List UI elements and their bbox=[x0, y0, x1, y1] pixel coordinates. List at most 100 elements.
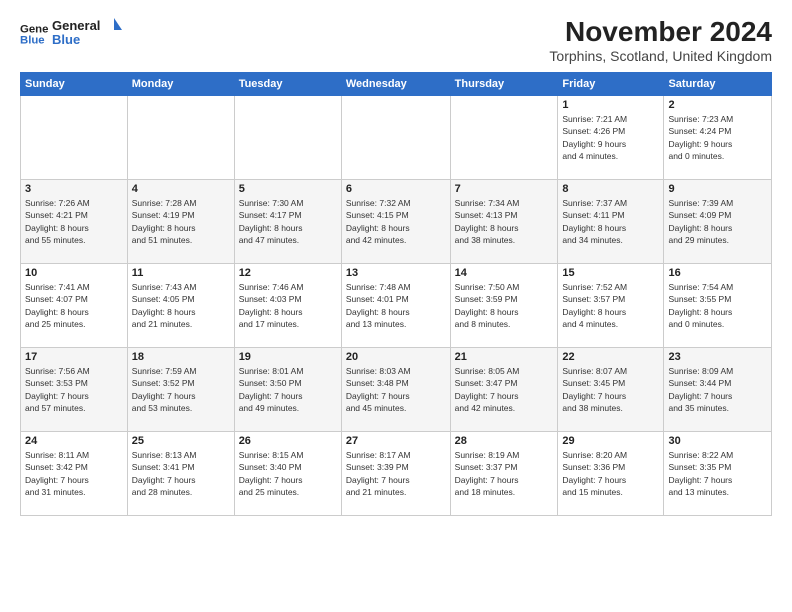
day-cell: 30 Sunrise: 8:22 AM Sunset: 3:35 PM Dayli… bbox=[664, 432, 772, 516]
day-cell: 3 Sunrise: 7:26 AM Sunset: 4:21 PM Daylig… bbox=[21, 180, 128, 264]
day-number: 28 bbox=[455, 435, 554, 447]
day-cell: 13 Sunrise: 7:48 AM Sunset: 4:01 PM Dayli… bbox=[341, 264, 450, 348]
day-cell: 23 Sunrise: 8:09 AM Sunset: 3:44 PM Dayli… bbox=[664, 348, 772, 432]
svg-text:General: General bbox=[52, 18, 100, 33]
day-info: Sunrise: 8:05 AM Sunset: 3:47 PM Dayligh… bbox=[455, 365, 554, 414]
day-info: Sunrise: 7:32 AM Sunset: 4:15 PM Dayligh… bbox=[346, 197, 446, 246]
day-cell bbox=[341, 96, 450, 180]
header: General Blue General Blue November 2024 … bbox=[20, 16, 772, 64]
day-number: 27 bbox=[346, 435, 446, 447]
day-cell: 15 Sunrise: 7:52 AM Sunset: 3:57 PM Dayli… bbox=[558, 264, 664, 348]
day-number: 7 bbox=[455, 183, 554, 195]
day-number: 26 bbox=[239, 435, 337, 447]
day-cell: 9 Sunrise: 7:39 AM Sunset: 4:09 PM Daylig… bbox=[664, 180, 772, 264]
day-info: Sunrise: 7:43 AM Sunset: 4:05 PM Dayligh… bbox=[132, 281, 230, 330]
page: General Blue General Blue November 2024 … bbox=[0, 0, 792, 612]
day-info: Sunrise: 7:41 AM Sunset: 4:07 PM Dayligh… bbox=[25, 281, 123, 330]
day-number: 24 bbox=[25, 435, 123, 447]
day-info: Sunrise: 8:09 AM Sunset: 3:44 PM Dayligh… bbox=[668, 365, 767, 414]
logo-icon: General Blue bbox=[20, 20, 48, 48]
week-row-4: 17Sunrise: 7:56 AM Sunset: 3:53 PM Dayli… bbox=[21, 348, 772, 432]
logo: General Blue General Blue bbox=[20, 16, 132, 52]
day-cell: 8 Sunrise: 7:37 AM Sunset: 4:11 PM Daylig… bbox=[558, 180, 664, 264]
day-cell: 22 Sunrise: 8:07 AM Sunset: 3:45 PM Dayli… bbox=[558, 348, 664, 432]
day-info: Sunrise: 7:28 AM Sunset: 4:19 PM Dayligh… bbox=[132, 197, 230, 246]
day-number: 12 bbox=[239, 267, 337, 279]
day-number: 8 bbox=[562, 183, 659, 195]
day-number: 15 bbox=[562, 267, 659, 279]
day-info: Sunrise: 7:52 AM Sunset: 3:57 PM Dayligh… bbox=[562, 281, 659, 330]
day-info: Sunrise: 8:22 AM Sunset: 3:35 PM Dayligh… bbox=[668, 449, 767, 498]
day-cell: 26 Sunrise: 8:15 AM Sunset: 3:40 PM Dayli… bbox=[234, 432, 341, 516]
col-header-saturday: Saturday bbox=[664, 73, 772, 96]
day-info: Sunrise: 8:15 AM Sunset: 3:40 PM Dayligh… bbox=[239, 449, 337, 498]
day-cell bbox=[127, 96, 234, 180]
day-info: Sunrise: 8:07 AM Sunset: 3:45 PM Dayligh… bbox=[562, 365, 659, 414]
day-cell: 2 Sunrise: 7:23 AM Sunset: 4:24 PM Daylig… bbox=[664, 96, 772, 180]
col-header-wednesday: Wednesday bbox=[341, 73, 450, 96]
day-info: Sunrise: 7:54 AM Sunset: 3:55 PM Dayligh… bbox=[668, 281, 767, 330]
day-cell: 18 Sunrise: 7:59 AM Sunset: 3:52 PM Dayli… bbox=[127, 348, 234, 432]
day-cell: 20 Sunrise: 8:03 AM Sunset: 3:48 PM Dayli… bbox=[341, 348, 450, 432]
week-row-1: 1 Sunrise: 7:21 AM Sunset: 4:26 PM Daylig… bbox=[21, 96, 772, 180]
day-cell: 7Sunrise: 7:34 AM Sunset: 4:13 PM Daylig… bbox=[450, 180, 558, 264]
day-number: 6 bbox=[346, 183, 446, 195]
svg-text:Blue: Blue bbox=[20, 35, 45, 47]
day-info: Sunrise: 7:50 AM Sunset: 3:59 PM Dayligh… bbox=[455, 281, 554, 330]
day-number: 22 bbox=[562, 351, 659, 363]
month-title: November 2024 bbox=[549, 16, 772, 48]
svg-text:General: General bbox=[20, 23, 48, 35]
day-cell: 12Sunrise: 7:46 AM Sunset: 4:03 PM Dayli… bbox=[234, 264, 341, 348]
day-number: 3 bbox=[25, 183, 123, 195]
col-header-thursday: Thursday bbox=[450, 73, 558, 96]
day-number: 11 bbox=[132, 267, 230, 279]
day-info: Sunrise: 8:11 AM Sunset: 3:42 PM Dayligh… bbox=[25, 449, 123, 498]
day-info: Sunrise: 7:21 AM Sunset: 4:26 PM Dayligh… bbox=[562, 113, 659, 162]
day-info: Sunrise: 7:23 AM Sunset: 4:24 PM Dayligh… bbox=[668, 113, 767, 162]
day-info: Sunrise: 7:59 AM Sunset: 3:52 PM Dayligh… bbox=[132, 365, 230, 414]
day-info: Sunrise: 7:30 AM Sunset: 4:17 PM Dayligh… bbox=[239, 197, 337, 246]
day-number: 13 bbox=[346, 267, 446, 279]
day-number: 1 bbox=[562, 99, 659, 111]
day-number: 9 bbox=[668, 183, 767, 195]
day-number: 16 bbox=[668, 267, 767, 279]
day-number: 20 bbox=[346, 351, 446, 363]
day-number: 25 bbox=[132, 435, 230, 447]
day-info: Sunrise: 7:48 AM Sunset: 4:01 PM Dayligh… bbox=[346, 281, 446, 330]
col-header-sunday: Sunday bbox=[21, 73, 128, 96]
day-cell bbox=[234, 96, 341, 180]
day-info: Sunrise: 7:39 AM Sunset: 4:09 PM Dayligh… bbox=[668, 197, 767, 246]
day-cell: 21 Sunrise: 8:05 AM Sunset: 3:47 PM Dayli… bbox=[450, 348, 558, 432]
day-number: 18 bbox=[132, 351, 230, 363]
day-cell: 14Sunrise: 7:50 AM Sunset: 3:59 PM Dayli… bbox=[450, 264, 558, 348]
day-number: 2 bbox=[668, 99, 767, 111]
day-cell: 29Sunrise: 8:20 AM Sunset: 3:36 PM Dayli… bbox=[558, 432, 664, 516]
calendar: SundayMondayTuesdayWednesdayThursdayFrid… bbox=[20, 72, 772, 516]
day-number: 23 bbox=[668, 351, 767, 363]
day-cell: 5Sunrise: 7:30 AM Sunset: 4:17 PM Daylig… bbox=[234, 180, 341, 264]
col-header-friday: Friday bbox=[558, 73, 664, 96]
day-number: 30 bbox=[668, 435, 767, 447]
day-cell: 19Sunrise: 8:01 AM Sunset: 3:50 PM Dayli… bbox=[234, 348, 341, 432]
day-info: Sunrise: 8:13 AM Sunset: 3:41 PM Dayligh… bbox=[132, 449, 230, 498]
week-row-2: 3 Sunrise: 7:26 AM Sunset: 4:21 PM Daylig… bbox=[21, 180, 772, 264]
location: Torphins, Scotland, United Kingdom bbox=[549, 48, 772, 64]
day-cell: 11 Sunrise: 7:43 AM Sunset: 4:05 PM Dayli… bbox=[127, 264, 234, 348]
day-info: Sunrise: 8:03 AM Sunset: 3:48 PM Dayligh… bbox=[346, 365, 446, 414]
logo-graphic: General Blue bbox=[52, 16, 132, 52]
day-cell bbox=[450, 96, 558, 180]
day-number: 4 bbox=[132, 183, 230, 195]
day-cell: 28 Sunrise: 8:19 AM Sunset: 3:37 PM Dayli… bbox=[450, 432, 558, 516]
col-header-tuesday: Tuesday bbox=[234, 73, 341, 96]
day-cell: 27Sunrise: 8:17 AM Sunset: 3:39 PM Dayli… bbox=[341, 432, 450, 516]
day-info: Sunrise: 8:20 AM Sunset: 3:36 PM Dayligh… bbox=[562, 449, 659, 498]
day-info: Sunrise: 8:19 AM Sunset: 3:37 PM Dayligh… bbox=[455, 449, 554, 498]
day-number: 21 bbox=[455, 351, 554, 363]
week-row-3: 10 Sunrise: 7:41 AM Sunset: 4:07 PM Dayli… bbox=[21, 264, 772, 348]
day-number: 17 bbox=[25, 351, 123, 363]
day-number: 10 bbox=[25, 267, 123, 279]
day-info: Sunrise: 7:26 AM Sunset: 4:21 PM Dayligh… bbox=[25, 197, 123, 246]
day-info: Sunrise: 7:37 AM Sunset: 4:11 PM Dayligh… bbox=[562, 197, 659, 246]
title-block: November 2024 Torphins, Scotland, United… bbox=[549, 16, 772, 64]
day-info: Sunrise: 8:01 AM Sunset: 3:50 PM Dayligh… bbox=[239, 365, 337, 414]
